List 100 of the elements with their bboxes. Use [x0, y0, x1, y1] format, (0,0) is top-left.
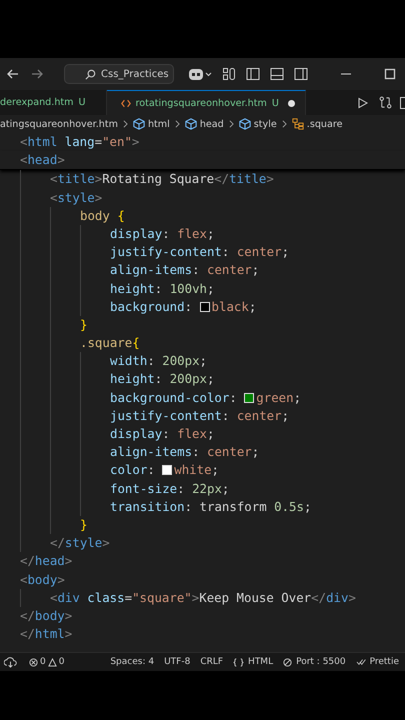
breadcrumb-item[interactable]: head	[200, 118, 224, 130]
tag-name: title	[57, 170, 95, 188]
code-text: ;	[282, 406, 290, 425]
search-field[interactable]: Css_Practices	[64, 64, 174, 84]
css-number: 200px	[162, 352, 200, 370]
error-icon	[29, 658, 38, 666]
code-text: ;	[252, 443, 260, 462]
tag-name: body	[27, 570, 58, 589]
code-token: <	[20, 133, 28, 151]
attribute-value: "en"	[102, 133, 132, 151]
css-property: align-items	[110, 261, 192, 280]
css-property: align-items	[110, 443, 192, 462]
code-text: Keep Mouse Over	[199, 588, 312, 607]
css-property: background	[110, 298, 185, 316]
warning-icon	[48, 658, 57, 666]
css-property: color	[110, 461, 148, 480]
color-swatch[interactable]	[244, 392, 254, 403]
code-text: ;	[206, 425, 214, 443]
css-number: 22px	[192, 480, 222, 498]
status-item[interactable]: Prettie	[370, 657, 399, 667]
back-icon[interactable]	[6, 67, 20, 81]
cube-icon	[238, 118, 251, 130]
css-property: height	[110, 370, 155, 388]
color-swatch[interactable]	[162, 465, 172, 476]
code-text: =	[124, 588, 132, 607]
run-icon[interactable]	[357, 96, 369, 108]
code-token: >	[348, 588, 356, 607]
breadcrumb-item[interactable]: html	[148, 118, 170, 130]
panel-icon[interactable]	[270, 67, 284, 81]
sidebar-icon[interactable]	[246, 67, 260, 81]
code-text: :	[192, 443, 201, 462]
code-token: </	[311, 588, 326, 607]
remote-icon[interactable]	[4, 656, 17, 668]
forward-icon[interactable]	[30, 67, 44, 81]
cube-icon	[132, 118, 145, 130]
code-text: :	[162, 425, 171, 443]
css-value: center	[206, 261, 252, 280]
code-text: :	[147, 461, 156, 480]
copilot-icon[interactable]	[188, 67, 212, 81]
editor-tab[interactable]: derexpand.htm U	[0, 90, 107, 115]
code-text: ;	[200, 352, 208, 370]
tag-name: div	[326, 588, 348, 607]
css-number: 0.5s	[274, 498, 304, 516]
code-text: ;	[252, 261, 260, 280]
editor-tab[interactable]: rotatingsquareonhover.htm U	[106, 90, 306, 115]
code-text: :	[154, 280, 164, 298]
css-property: background-color	[110, 388, 230, 407]
attribute-name: lang	[64, 133, 95, 151]
code-token: >	[64, 552, 72, 570]
code-token: >	[266, 170, 274, 188]
tag-name: body	[34, 606, 65, 625]
status-item[interactable]: Spaces: 4	[110, 657, 154, 667]
problems-button[interactable]: 0 0	[29, 657, 64, 667]
code-token: <	[20, 151, 28, 170]
status-item[interactable]: HTML	[248, 657, 274, 667]
breadcrumb-item[interactable]: style	[254, 118, 277, 130]
css-value: white	[174, 461, 212, 480]
css-property: font-size	[110, 480, 178, 498]
tag-name: head	[34, 552, 65, 570]
color-swatch[interactable]	[200, 302, 210, 312]
css-value: flex	[177, 224, 207, 243]
braces-icon	[233, 658, 244, 666]
breadcrumb-item[interactable]: .square	[306, 118, 343, 130]
code-token: >	[57, 570, 65, 588]
search-icon	[85, 68, 96, 80]
status-item[interactable]: CRLF	[200, 657, 224, 667]
css-selector: .square	[80, 334, 132, 352]
code-token: >	[94, 188, 102, 207]
code-text: :	[222, 406, 230, 425]
code-token: <	[50, 170, 58, 188]
code-text: Rotating Square	[102, 170, 214, 188]
untracked-label: U	[272, 98, 279, 108]
css-value: center	[236, 406, 282, 425]
code-token: >	[94, 170, 102, 188]
code-token: >	[132, 133, 140, 151]
code-text: :	[192, 261, 201, 280]
css-selector: body	[80, 206, 111, 225]
maximize-icon[interactable]	[384, 68, 396, 80]
compare-icon[interactable]	[379, 96, 392, 109]
code-text: ;	[222, 480, 230, 498]
css-value: flex	[177, 425, 207, 443]
css-property: height	[110, 280, 155, 298]
layout-icon[interactable]	[222, 67, 236, 81]
code-text: :	[184, 298, 194, 316]
sidebar-icon[interactable]	[294, 67, 308, 81]
code-text: :	[184, 498, 194, 516]
status-item[interactable]: UTF-8	[164, 657, 190, 667]
code-token: </	[50, 534, 65, 552]
code-text: ;	[206, 224, 214, 243]
breadcrumb-item[interactable]: atingsquareonhover.htm	[0, 118, 118, 130]
code-text: ;	[282, 243, 290, 262]
css-property: transition	[110, 498, 185, 516]
tab-label: derexpand.htm	[0, 97, 74, 108]
code-text: :	[177, 480, 186, 498]
tag-name: html	[34, 625, 65, 644]
css-value: transform	[200, 498, 268, 516]
status-item[interactable]: Port : 5500	[296, 657, 346, 667]
untracked-label: U	[78, 97, 86, 108]
css-property: justify-content	[110, 243, 222, 262]
css-property: display	[110, 224, 162, 243]
